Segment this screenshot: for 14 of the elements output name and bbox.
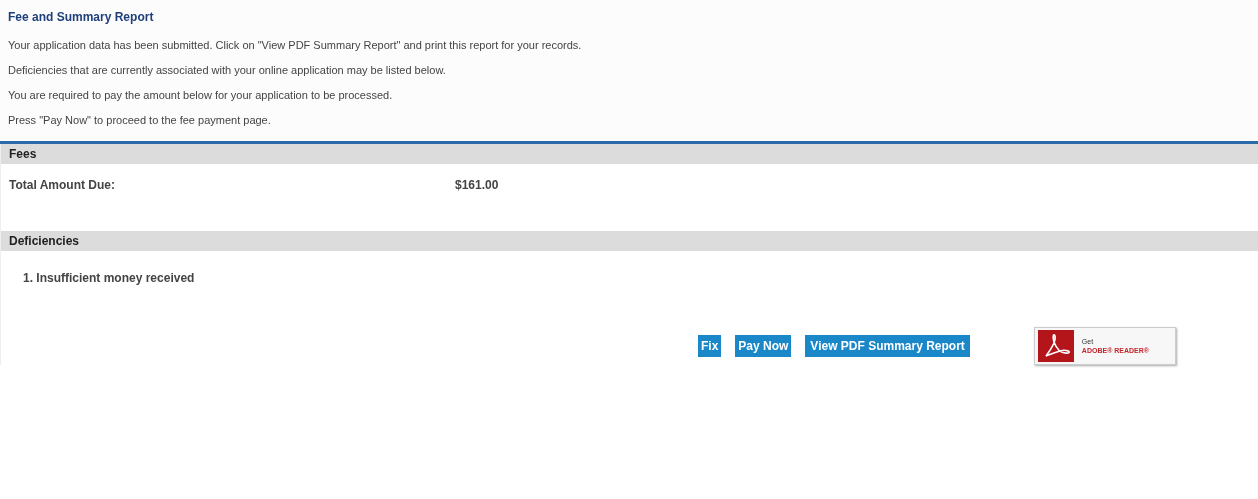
section-header: Deficiencies [1,231,1258,251]
section-header: Fees [1,144,1258,164]
report-title: Fee and Summary Report [8,10,155,24]
action-button[interactable]: Fix [698,335,722,357]
deficiency-item: 1. Insufficient money received [22,270,196,287]
instruction-text: Deficiencies that are currently associated with your online application may be listed below. [8,63,447,78]
pdf-logo-icon [1037,330,1074,362]
fee-label: Total Amount Due: [9,178,116,194]
action-button[interactable]: Pay Now [735,335,792,357]
action-button[interactable]: View PDF Summary Report [805,335,970,357]
instruction-text: Your application data has been submitted. Click on "View PDF Summary Report" and print this report for your records. [8,38,583,53]
instruction-text: You are required to pay the amount below for your application to be processed. [8,88,394,103]
instruction-text: Press "Pay Now" to proceed to the fee payment page. [8,113,272,128]
fee-amount: $161.00 [455,178,499,194]
